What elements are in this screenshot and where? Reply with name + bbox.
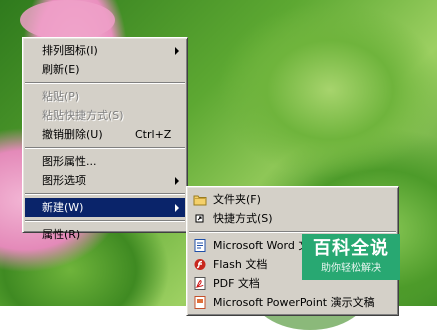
- menu-item-label: 排列图标(I): [42, 44, 98, 57]
- menu-item-label: 粘贴(P): [42, 90, 80, 103]
- submenu-item-shortcut[interactable]: 快捷方式(S): [189, 209, 396, 228]
- menu-item-label: 属性(R): [42, 228, 81, 241]
- menu-item-graphics-properties[interactable]: 图形属性...: [25, 152, 185, 171]
- menu-item-paste-shortcut: 粘贴快捷方式(S): [25, 106, 185, 125]
- flash-document-icon: [193, 258, 207, 271]
- submenu-arrow-icon: [175, 47, 179, 55]
- menu-item-label: 图形属性...: [42, 155, 97, 168]
- menu-item-undo-delete[interactable]: 撤销删除(U) Ctrl+Z: [25, 125, 185, 144]
- menu-item-label: 图形选项: [42, 174, 86, 187]
- pdf-document-icon: [193, 277, 207, 290]
- menu-separator: [25, 147, 185, 149]
- submenu-item-label: 文件夹(F): [213, 193, 261, 206]
- watermark-logo: 百科全说 助你轻松解决: [302, 234, 400, 280]
- submenu-item-label: PDF 文档: [213, 277, 260, 290]
- menu-item-label: 新建(W): [42, 201, 84, 214]
- powerpoint-document-icon: [193, 296, 207, 309]
- desktop-context-menu: 排列图标(I) 刷新(E) 粘贴(P) 粘贴快捷方式(S) 撤销删除(U) Ct…: [22, 37, 188, 241]
- menu-separator: [25, 193, 185, 195]
- menu-item-paste: 粘贴(P): [25, 87, 185, 106]
- submenu-arrow-icon: [175, 177, 179, 185]
- submenu-item-label: Microsoft PowerPoint 演示文稿: [213, 296, 375, 309]
- watermark-subtitle: 助你轻松解决: [321, 263, 381, 274]
- submenu-item-label: Flash 文档: [213, 258, 268, 271]
- menu-item-label: 粘贴快捷方式(S): [42, 109, 124, 122]
- submenu-item-powerpoint-document[interactable]: Microsoft PowerPoint 演示文稿: [189, 293, 396, 312]
- word-document-icon: [193, 239, 207, 252]
- menu-item-new[interactable]: 新建(W): [25, 198, 185, 217]
- submenu-item-label: 快捷方式(S): [213, 212, 273, 225]
- menu-separator: [25, 82, 185, 84]
- menu-item-shortcut: Ctrl+Z: [135, 128, 172, 141]
- menu-item-label: 撤销删除(U): [42, 128, 103, 141]
- watermark-title: 百科全说: [313, 238, 389, 259]
- folder-icon: [193, 193, 207, 206]
- menu-item-label: 刷新(E): [42, 63, 80, 76]
- submenu-arrow-icon: [175, 204, 179, 212]
- menu-separator: [189, 231, 396, 233]
- lotus-petal: [20, 0, 115, 40]
- menu-item-properties[interactable]: 属性(R): [25, 225, 185, 244]
- menu-item-arrange-icons[interactable]: 排列图标(I): [25, 41, 185, 60]
- menu-item-graphics-options[interactable]: 图形选项: [25, 171, 185, 190]
- shortcut-icon: [193, 212, 207, 225]
- menu-item-refresh[interactable]: 刷新(E): [25, 60, 185, 79]
- submenu-item-folder[interactable]: 文件夹(F): [189, 190, 396, 209]
- menu-separator: [25, 220, 185, 222]
